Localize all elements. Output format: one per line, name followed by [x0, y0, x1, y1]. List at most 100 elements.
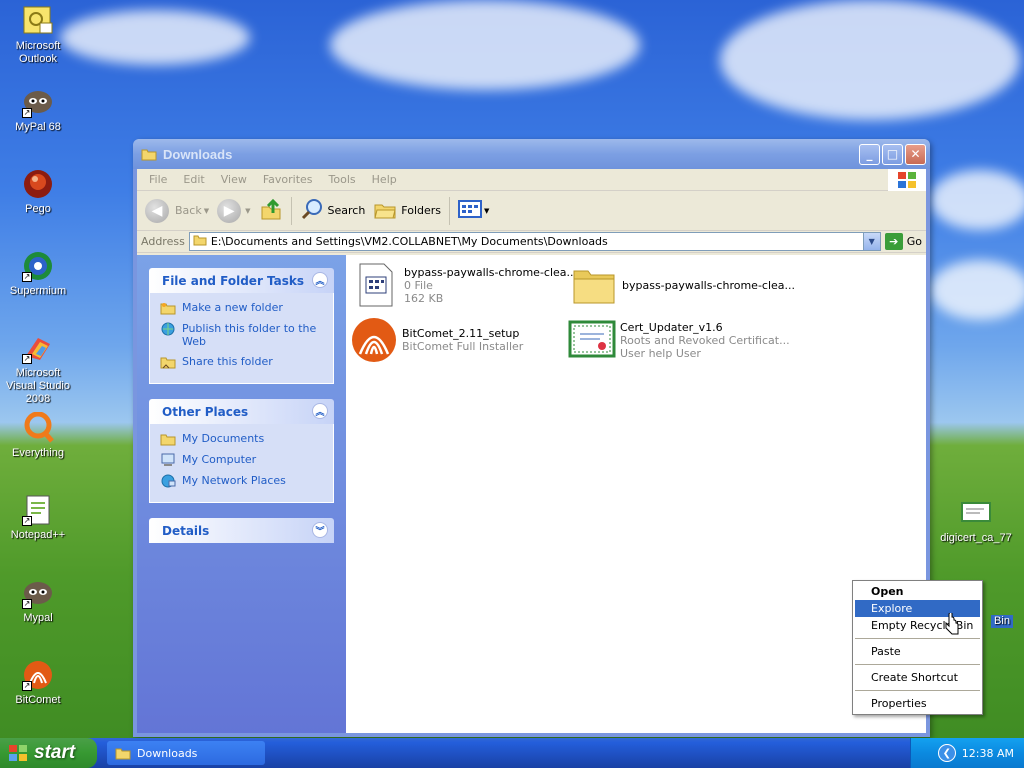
expand-chevron-icon[interactable]: ︾ [312, 522, 328, 538]
system-tray: ❮ 12:38 AM [910, 738, 1024, 768]
desktop-icon-notepadpp[interactable]: ↗ Notepad++ [0, 494, 76, 542]
address-value: E:\Documents and Settings\VM2.COLLABNET\… [210, 235, 608, 248]
my-computer-icon [160, 453, 176, 467]
search-button[interactable]: Search [296, 195, 370, 227]
menu-help[interactable]: Help [364, 173, 405, 186]
ctx-paste[interactable]: Paste [853, 643, 982, 660]
place-label: My Computer [182, 453, 257, 466]
place-my-documents[interactable]: My Documents [160, 432, 323, 446]
panel-title: File and Folder Tasks [162, 273, 305, 288]
publish-web-icon [160, 322, 176, 336]
go-button[interactable]: ➔ Go [884, 233, 922, 250]
other-places-panel: Other Places ︽ My Documents My Computer [149, 399, 334, 503]
ctx-properties[interactable]: Properties [853, 695, 982, 712]
details-header[interactable]: Details ︾ [149, 518, 334, 543]
mypal-icon: ↗ [22, 577, 54, 609]
desktop-icon-mypal68[interactable]: ↗ MyPal 68 [0, 86, 76, 134]
address-field[interactable]: E:\Documents and Settings\VM2.COLLABNET\… [188, 232, 881, 251]
folder-icon [141, 147, 157, 161]
file-folder-tasks-panel: File and Folder Tasks ︽ Make a new folde… [149, 268, 334, 384]
close-button[interactable]: ✕ [905, 143, 926, 165]
my-documents-icon [160, 432, 176, 446]
task-share-folder[interactable]: Share this folder [160, 355, 323, 369]
file-type: Roots and Revoked Certificat... [620, 333, 790, 347]
forward-dropdown-icon[interactable]: ▼ [245, 207, 250, 215]
ctx-empty-recycle-bin[interactable]: Empty Recycle Bin [853, 617, 982, 634]
menu-file[interactable]: File [141, 173, 175, 186]
place-my-network-places[interactable]: My Network Places [160, 474, 323, 488]
go-label: Go [906, 235, 922, 248]
desktop-icon-label: Microsoft Outlook [15, 40, 61, 65]
desktop-icon-supermium[interactable]: ↗ Supermium [0, 250, 76, 298]
start-label: start [34, 742, 76, 763]
address-label: Address [141, 235, 185, 248]
file-item[interactable]: bypass-paywalls-chrome-clea... 0 File 16… [352, 261, 577, 309]
desktop-icon-bitcomet[interactable]: ↗ BitComet [0, 659, 76, 707]
up-folder-icon [259, 197, 283, 224]
task-publish-folder[interactable]: Publish this folder to the Web [160, 322, 323, 348]
bitcomet-icon: ↗ [22, 659, 54, 691]
minimize-button[interactable]: _ [859, 143, 880, 165]
task-label: Share this folder [182, 355, 273, 368]
file-view[interactable]: bypass-paywalls-chrome-clea... 0 File 16… [346, 255, 926, 733]
menu-favorites[interactable]: Favorites [255, 173, 321, 186]
back-button[interactable]: ◀ Back [141, 195, 206, 227]
visual-studio-icon: ↗ [22, 332, 54, 364]
back-arrow-icon: ◀ [145, 198, 169, 223]
forward-button[interactable]: ▶ [213, 195, 247, 227]
ctx-explore[interactable]: Explore [855, 600, 980, 617]
file-item[interactable]: Cert_Updater_v1.6 Roots and Revoked Cert… [568, 316, 790, 364]
desktop-icon-everything[interactable]: Everything [0, 411, 76, 460]
other-places-header[interactable]: Other Places ︽ [149, 399, 334, 424]
file-item[interactable]: BitComet_2.11_setup BitComet Full Instal… [350, 316, 523, 364]
menu-tools[interactable]: Tools [321, 173, 364, 186]
folders-button[interactable]: Folders [369, 195, 445, 227]
taskbar-button-downloads[interactable]: Downloads [107, 741, 265, 765]
collapse-chevron-icon[interactable]: ︽ [312, 403, 328, 419]
views-dropdown-icon: ▼ [484, 206, 490, 215]
file-folder-tasks-header[interactable]: File and Folder Tasks ︽ [149, 268, 334, 293]
desktop-icon-label: Supermium [9, 285, 67, 297]
views-button[interactable]: ▼ [454, 195, 497, 227]
outlook-icon [22, 5, 54, 37]
collapse-chevron-icon[interactable]: ︽ [312, 272, 328, 288]
search-label: Search [327, 204, 366, 217]
place-my-computer[interactable]: My Computer [160, 453, 323, 467]
file-size: 162 KB [404, 291, 444, 305]
menu-view[interactable]: View [213, 173, 255, 186]
panel-body: Make a new folder Publish this folder to… [149, 293, 334, 384]
ctx-open[interactable]: Open [853, 583, 982, 600]
shortcut-arrow-icon: ↗ [22, 354, 32, 364]
task-make-new-folder[interactable]: Make a new folder [160, 301, 323, 315]
desktop-icon-pego[interactable]: Pego [0, 168, 76, 216]
desktop-icon-outlook[interactable]: Microsoft Outlook [0, 5, 76, 66]
up-folder-button[interactable] [255, 195, 287, 227]
maximize-button[interactable]: □ [882, 143, 903, 165]
certificate-icon [960, 497, 992, 529]
ctx-create-shortcut[interactable]: Create Shortcut [853, 669, 982, 686]
file-name: bypass-paywalls-chrome-clea... [404, 265, 578, 279]
desktop-icon-label: digicert_ca_77 [940, 532, 1012, 544]
archive-file-icon [352, 261, 400, 309]
folders-label: Folders [401, 204, 442, 217]
clock[interactable]: 12:38 AM [962, 747, 1014, 760]
shortcut-arrow-icon: ↗ [22, 272, 32, 282]
start-button[interactable]: start [0, 738, 97, 768]
shortcut-arrow-icon: ↗ [22, 599, 32, 609]
folder-icon [570, 261, 618, 309]
desktop-icon-digicert[interactable]: digicert_ca_77 [936, 497, 1016, 545]
back-dropdown-icon[interactable]: ▼ [204, 207, 209, 215]
notepadpp-icon: ↗ [22, 494, 54, 526]
window-titlebar[interactable]: Downloads _ □ ✕ [133, 139, 930, 169]
shortcut-arrow-icon: ↗ [22, 681, 32, 691]
desktop-icon-mypal[interactable]: ↗ Mypal [0, 577, 76, 625]
place-label: My Documents [182, 432, 265, 445]
file-item[interactable]: bypass-paywalls-chrome-clea... [570, 261, 795, 309]
desktop-icon-visual-studio[interactable]: ↗ Microsoft Visual Studio 2008 [0, 332, 76, 406]
windows-logo-icon [888, 169, 926, 191]
go-arrow-icon: ➔ [884, 233, 903, 250]
menu-edit[interactable]: Edit [175, 173, 212, 186]
tray-expand-icon[interactable]: ❮ [937, 744, 956, 762]
certificate-icon [568, 316, 616, 364]
address-dropdown-icon[interactable]: ▼ [862, 233, 880, 250]
